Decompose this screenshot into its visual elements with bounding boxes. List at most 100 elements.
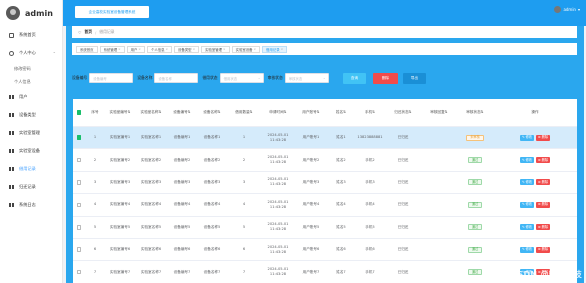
tab[interactable]: 用户 × xyxy=(126,45,145,53)
edit-button[interactable]: ✎ 修改 xyxy=(519,224,534,231)
sort-icon[interactable]: ⇅ xyxy=(409,110,412,115)
sidebar-item[interactable]: 借用记录 xyxy=(0,160,62,178)
sort-icon[interactable]: ⇅ xyxy=(317,110,320,115)
sort-icon[interactable]: ⇅ xyxy=(218,110,221,115)
device-no-input[interactable]: 设备编号 xyxy=(89,73,134,83)
table-cell: 设备编号3 xyxy=(167,172,197,193)
sort-icon[interactable]: ⇅ xyxy=(372,110,375,115)
sort-icon[interactable]: ⇅ xyxy=(343,110,346,115)
sort-icon[interactable]: ⇅ xyxy=(284,110,287,115)
delete-row-button[interactable]: ⊗ 删除 xyxy=(536,179,551,186)
table-cell: 2024-05-01 11:43:28 xyxy=(261,172,295,193)
table-cell: 手机6 xyxy=(355,239,385,260)
edit-button[interactable]: ✎ 修改 xyxy=(519,157,534,164)
field3-label: 借用状态 xyxy=(202,75,218,80)
table-cell: 实验室编号4 xyxy=(105,194,135,215)
table-row[interactable]: 3 实验室编号3 实验室名称3 设备编号3 设备名称3 3 2024-05-01 11:43… xyxy=(73,172,577,195)
close-icon[interactable]: × xyxy=(223,47,226,51)
sidebar-item[interactable]: 实验室设备 xyxy=(0,142,62,160)
close-icon[interactable]: × xyxy=(281,47,284,51)
tab[interactable]: 设备类型 × xyxy=(174,45,200,53)
table-cell: 7 xyxy=(85,261,105,282)
row-checkbox[interactable] xyxy=(76,269,82,275)
close-icon[interactable]: × xyxy=(193,47,196,51)
sidebar-item[interactable]: 系统日志 xyxy=(0,196,62,214)
delete-row-button[interactable]: ⊗ 删除 xyxy=(536,201,551,208)
row-actions: ✎ 修改 ⊗ 删除 xyxy=(519,224,551,231)
cell-text: 用户账号3 xyxy=(302,179,320,184)
table-row[interactable]: 4 实验室编号4 实验室名称4 设备编号4 设备名称4 4 2024-05-01 11:43… xyxy=(73,194,577,217)
tab-label: 系统管理 xyxy=(103,47,118,52)
table-cell: 7 xyxy=(227,261,261,282)
sidebar-item[interactable]: 个人中心 ⌃ xyxy=(0,44,62,62)
edit-icon: ✎ xyxy=(521,202,525,207)
sort-icon[interactable]: ⇅ xyxy=(481,110,484,115)
tab[interactable]: 实验室管理 × xyxy=(201,45,230,53)
delete-button[interactable]: 删除 xyxy=(373,73,398,84)
edit-icon: ✎ xyxy=(521,247,525,252)
row-checkbox[interactable] xyxy=(76,247,82,252)
sort-icon[interactable]: ⇅ xyxy=(250,110,253,115)
delete-row-button[interactable]: ⊗ 删除 xyxy=(536,134,551,141)
table-cell xyxy=(421,127,457,148)
row-checkbox[interactable] xyxy=(76,202,82,208)
table-row[interactable]: 2 实验室编号2 实验室名称2 设备编号2 设备名称2 2 2024-05-01 11:43… xyxy=(73,149,577,172)
delete-row-button[interactable]: ⊗ 删除 xyxy=(536,224,551,231)
device-name-input[interactable]: 设备名称 xyxy=(154,73,199,83)
table-cell: 实验室编号3 xyxy=(105,172,135,193)
sidebar-item[interactable]: 归还记录 xyxy=(0,178,62,196)
row-checkbox[interactable] xyxy=(76,180,82,185)
sidebar-item[interactable]: 系统首页 xyxy=(0,26,62,44)
tab-label: 用户 xyxy=(130,47,138,52)
close-icon[interactable]: × xyxy=(118,47,121,51)
sort-icon[interactable]: ⇅ xyxy=(445,110,448,115)
tab[interactable]: 系统首页 xyxy=(76,45,98,53)
export-button[interactable]: 导出 xyxy=(403,73,426,84)
user-menu[interactable]: admin ▾ xyxy=(554,6,580,13)
delete-row-button[interactable]: ⊗ 删除 xyxy=(536,246,551,253)
row-checkbox[interactable] xyxy=(76,135,82,140)
sidebar-item[interactable]: 实验室管理 xyxy=(0,124,62,142)
select-all-checkbox[interactable] xyxy=(76,110,82,115)
sidebar-subitem[interactable]: 修改密码 xyxy=(0,62,62,75)
table-row[interactable]: 5 实验室编号5 实验室名称5 设备编号5 设备名称5 5 2024-05-01 11:43… xyxy=(73,217,577,239)
row-checkbox[interactable] xyxy=(76,157,82,163)
audit-status-select[interactable]: 审核状态 ⌄ xyxy=(284,73,329,83)
tab[interactable]: 实验室设备 × xyxy=(231,45,261,53)
delete-row-button[interactable]: ⊗ 删除 xyxy=(536,157,551,164)
status-badge: 未审核 xyxy=(466,134,484,141)
sort-icon[interactable]: ⇅ xyxy=(158,110,161,115)
sort-icon[interactable]: ⇅ xyxy=(188,110,191,115)
table-row[interactable]: 1 实验室编号1 实验室名称1 设备编号1 设备名称1 1 2024-05-01 11:43… xyxy=(73,127,577,150)
close-icon[interactable]: × xyxy=(254,47,257,51)
close-icon[interactable]: × xyxy=(166,47,169,51)
breadcrumb-home[interactable]: 首页 xyxy=(84,29,92,35)
query-button[interactable]: 查询 xyxy=(343,73,366,84)
cell-text: 5 xyxy=(93,224,97,229)
edit-button[interactable]: ✎ 修改 xyxy=(519,201,534,208)
table-cell: 手机7 xyxy=(355,261,385,282)
borrow-status-select[interactable]: 借用状态 ⌄ xyxy=(219,73,264,83)
sidebar-item[interactable]: 用户 xyxy=(0,88,62,106)
edit-button[interactable]: ✎ 修改 xyxy=(519,134,534,141)
sort-icon[interactable]: ⇅ xyxy=(127,110,130,115)
watermark: CSDN @辉时科技 xyxy=(511,270,582,279)
sidebar-item[interactable]: 设备类型 xyxy=(0,106,62,124)
table-cell: 通过 xyxy=(457,261,493,282)
edit-button[interactable]: ✎ 修改 xyxy=(519,246,534,253)
sidebar-subitem[interactable]: 个人信息 xyxy=(0,75,62,88)
table-row[interactable]: 7 实验室编号7 实验室名称7 设备编号7 设备名称7 7 2024-05-01 11:43… xyxy=(73,261,577,283)
tab[interactable]: 借用记录 × xyxy=(262,45,288,53)
table-row[interactable]: 6 实验室编号6 实验室名称6 设备编号6 设备名称6 6 2024-05-01 11:43… xyxy=(73,239,577,262)
edit-button[interactable]: ✎ 修改 xyxy=(519,179,534,186)
tab[interactable]: 系统管理 × xyxy=(99,45,125,53)
row-checkbox[interactable] xyxy=(76,225,82,230)
cell-text: 3 xyxy=(242,179,246,184)
system-title-button[interactable]: 企业高校实验室设备管理系统 xyxy=(75,6,149,18)
table-cell xyxy=(73,127,85,148)
tab[interactable]: 个人信息 × xyxy=(146,45,173,53)
trash-icon: ⊗ xyxy=(538,157,541,162)
table-cell xyxy=(73,99,85,126)
table-cell: 姓名2 xyxy=(327,149,355,170)
close-icon[interactable]: × xyxy=(138,47,141,51)
